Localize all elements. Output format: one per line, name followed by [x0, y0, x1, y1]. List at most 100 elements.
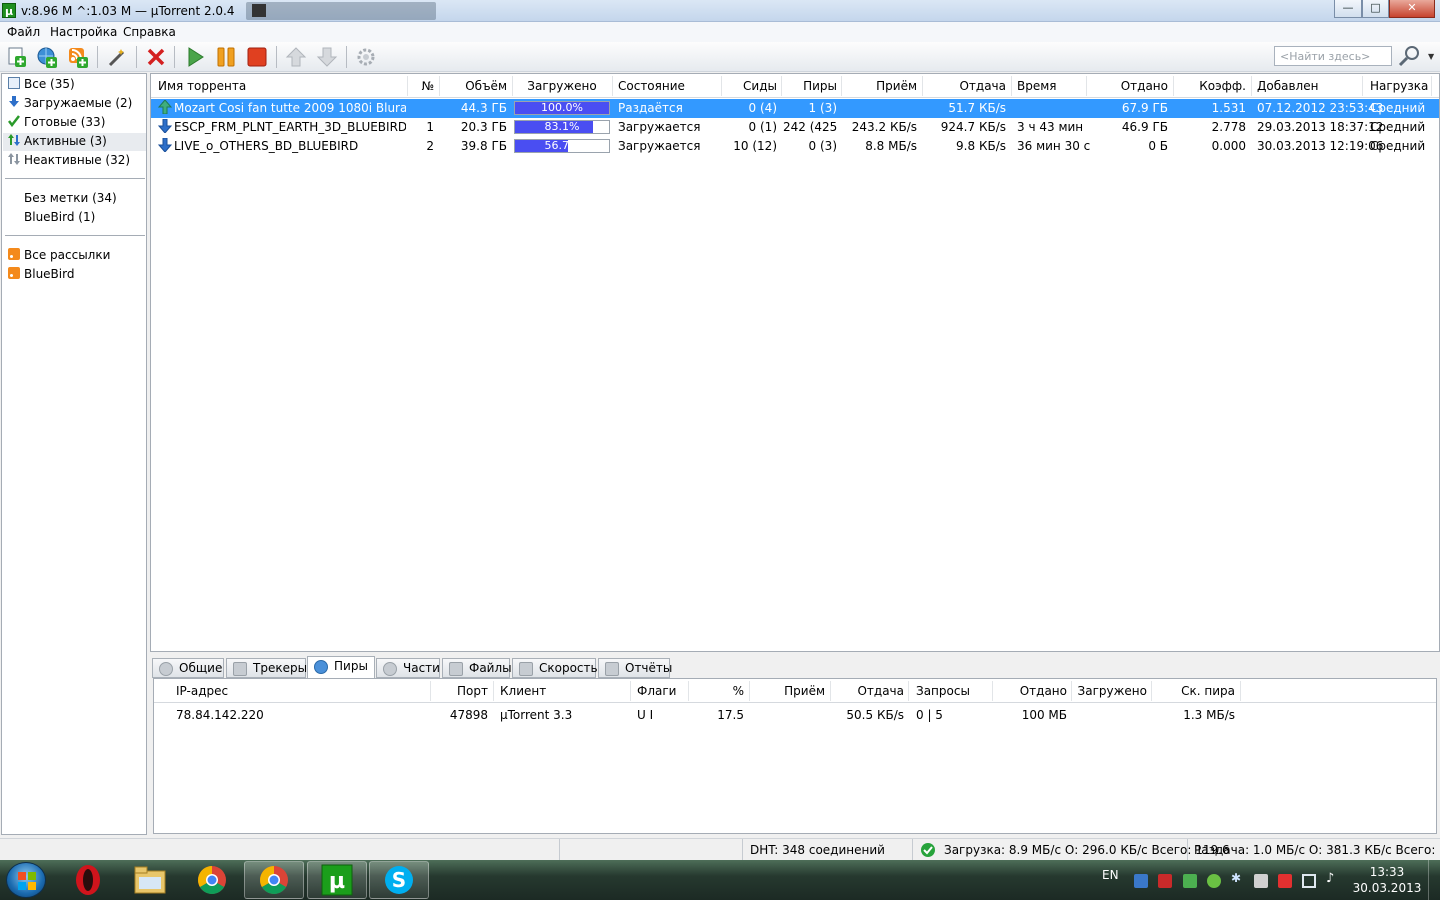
torrent-seeds: 0 (1) [748, 120, 777, 134]
torrent-row[interactable]: Mozart Cosi fan tutte 2009 1080i Bluray … [151, 99, 1439, 118]
tray-app-icon[interactable] [1134, 874, 1148, 888]
col-port[interactable]: Порт [432, 684, 488, 698]
tray-utorrent-icon[interactable] [1207, 874, 1221, 888]
tab-speed[interactable]: Скорость [512, 658, 598, 678]
col-ratio[interactable]: Коэфф. [1175, 79, 1246, 93]
tab-trackers[interactable]: Трекеры [226, 658, 307, 678]
tray-app-icon[interactable] [1183, 874, 1197, 888]
sidebar-item-label-bluebird[interactable]: BlueBird (1) [24, 210, 95, 228]
col-down-speed[interactable]: Приём [843, 79, 917, 93]
sidebar-item-active[interactable]: Активные (3) [8, 134, 107, 152]
sidebar-item-completed[interactable]: Готовые (33) [8, 115, 105, 133]
settings-button[interactable] [353, 45, 379, 69]
tray-app-icon[interactable] [1278, 874, 1292, 888]
col-seeds[interactable]: Сиды [723, 79, 777, 93]
col-up-speed[interactable]: Отдача [924, 79, 1006, 93]
close-button[interactable]: ✕ [1389, 0, 1435, 18]
create-torrent-button[interactable] [104, 45, 130, 69]
torrent-row[interactable]: ESCP_FRM_PLNT_EARTH_3D_BLUEBIRD.iso 1 20… [151, 118, 1439, 137]
taskbar-utorrent[interactable]: µ [307, 861, 367, 899]
tab-pieces[interactable]: Части [376, 658, 440, 678]
torrent-row[interactable]: LIVE_o_OTHERS_BD_BLUEBIRD 2 39.8 ГБ 56.7… [151, 137, 1439, 156]
col-ip[interactable]: IP-адрес [176, 684, 228, 698]
utorrent-app-icon[interactable]: µ [2, 3, 16, 18]
log-icon [605, 662, 619, 676]
taskbar-chrome[interactable] [182, 861, 242, 899]
remove-button[interactable] [143, 45, 169, 69]
bluetooth-icon[interactable]: ✱ [1231, 871, 1245, 885]
action-center-icon[interactable] [1302, 874, 1316, 888]
col-size[interactable]: Объём [441, 79, 507, 93]
col-load[interactable]: Нагрузка [1370, 79, 1428, 93]
minimize-button[interactable]: — [1334, 0, 1362, 18]
search-button[interactable] [1396, 45, 1424, 67]
show-desktop-button[interactable] [1428, 860, 1440, 900]
menu-help[interactable]: Справка [123, 25, 176, 39]
col-requests[interactable]: Запросы [916, 684, 970, 698]
sidebar-item-downloading[interactable]: Загружаемые (2) [8, 96, 132, 114]
sidebar-item-all-feeds[interactable]: Все рассылки [8, 248, 110, 266]
search-input[interactable]: <Найти здесь> [1274, 46, 1392, 66]
volume-icon[interactable]: ♪ [1326, 871, 1340, 886]
add-torrent-button[interactable] [4, 45, 30, 69]
maximize-button[interactable]: □ [1362, 0, 1389, 18]
add-torrent-icon [8, 47, 26, 67]
download-icon [8, 96, 20, 108]
tab-peers[interactable]: Пиры [307, 656, 375, 678]
progress-label: 83.1% [544, 120, 580, 133]
start-button[interactable] [182, 45, 208, 69]
col-client[interactable]: Клиент [500, 684, 546, 698]
pause-button[interactable] [213, 45, 239, 69]
col-peer-uploaded[interactable]: Отдано [994, 684, 1067, 698]
col-done[interactable]: Загружено [514, 79, 610, 93]
tray-app-icon[interactable] [1254, 874, 1268, 888]
sidebar-item-all[interactable]: Все (35) [8, 77, 75, 95]
taskbar-chrome-2[interactable] [244, 861, 304, 899]
torrent-list: Имя торрента № Объём Загружено Состояние… [150, 73, 1440, 652]
col-name[interactable]: Имя торрента [158, 79, 246, 93]
col-peer-speed[interactable]: Ск. пира [1153, 684, 1235, 698]
add-url-button[interactable] [34, 45, 60, 69]
col-peer-up[interactable]: Отдача [832, 684, 904, 698]
col-status[interactable]: Состояние [618, 79, 685, 93]
tab-general[interactable]: Общие [152, 658, 224, 678]
col-peer-downloaded[interactable]: Загружено [1073, 684, 1147, 698]
play-icon [188, 47, 204, 67]
windows-logo-icon [18, 872, 36, 890]
col-added[interactable]: Добавлен [1257, 79, 1318, 93]
taskbar-opera[interactable] [58, 861, 118, 899]
peer-uploaded: 100 МБ [1021, 708, 1067, 722]
start-button[interactable] [6, 862, 46, 898]
sidebar-item-inactive[interactable]: Неактивные (32) [8, 153, 130, 171]
add-rss-button[interactable] [65, 45, 91, 69]
menu-settings[interactable]: Настройка [50, 25, 117, 39]
col-eta[interactable]: Время [1017, 79, 1057, 93]
col-flags[interactable]: Флаги [637, 684, 676, 698]
language-indicator[interactable]: EN [1102, 868, 1119, 882]
move-up-button[interactable] [283, 45, 309, 69]
arrow-up-icon [285, 47, 307, 67]
col-peers[interactable]: Пиры [783, 79, 837, 93]
col-percent[interactable]: % [690, 684, 744, 698]
sidebar-item-no-label[interactable]: Без метки (34) [24, 191, 117, 209]
tab-files[interactable]: Файлы [442, 658, 512, 678]
col-num[interactable]: № [408, 79, 434, 93]
chrome-icon [260, 866, 288, 894]
peer-row[interactable]: 78.84.142.220 47898 µTorrent 3.3 U I 17.… [154, 706, 1436, 725]
stop-button[interactable] [244, 45, 270, 69]
search-dropdown-icon[interactable]: ▼ [1428, 52, 1434, 61]
menu-file[interactable]: Файл [7, 25, 40, 39]
tab-log[interactable]: Отчёты [598, 658, 672, 678]
taskbar-skype[interactable]: S [369, 861, 429, 899]
download-status: Загрузка: 8.9 МБ/с О: 296.0 КБ/с Всего: … [912, 839, 1230, 861]
col-uploaded[interactable]: Отдано [1088, 79, 1168, 93]
col-peer-down[interactable]: Приём [751, 684, 825, 698]
taskbar-explorer[interactable] [120, 861, 180, 899]
tray-antivirus-icon[interactable] [1158, 874, 1172, 888]
search-icon [1398, 46, 1419, 67]
sidebar-item-feed-bluebird[interactable]: BlueBird [8, 267, 74, 285]
clock[interactable]: 13:33 30.03.2013 [1352, 864, 1422, 896]
move-down-button[interactable] [314, 45, 340, 69]
arrow-down-icon [316, 47, 338, 67]
torrent-status: Загружается [618, 139, 701, 153]
